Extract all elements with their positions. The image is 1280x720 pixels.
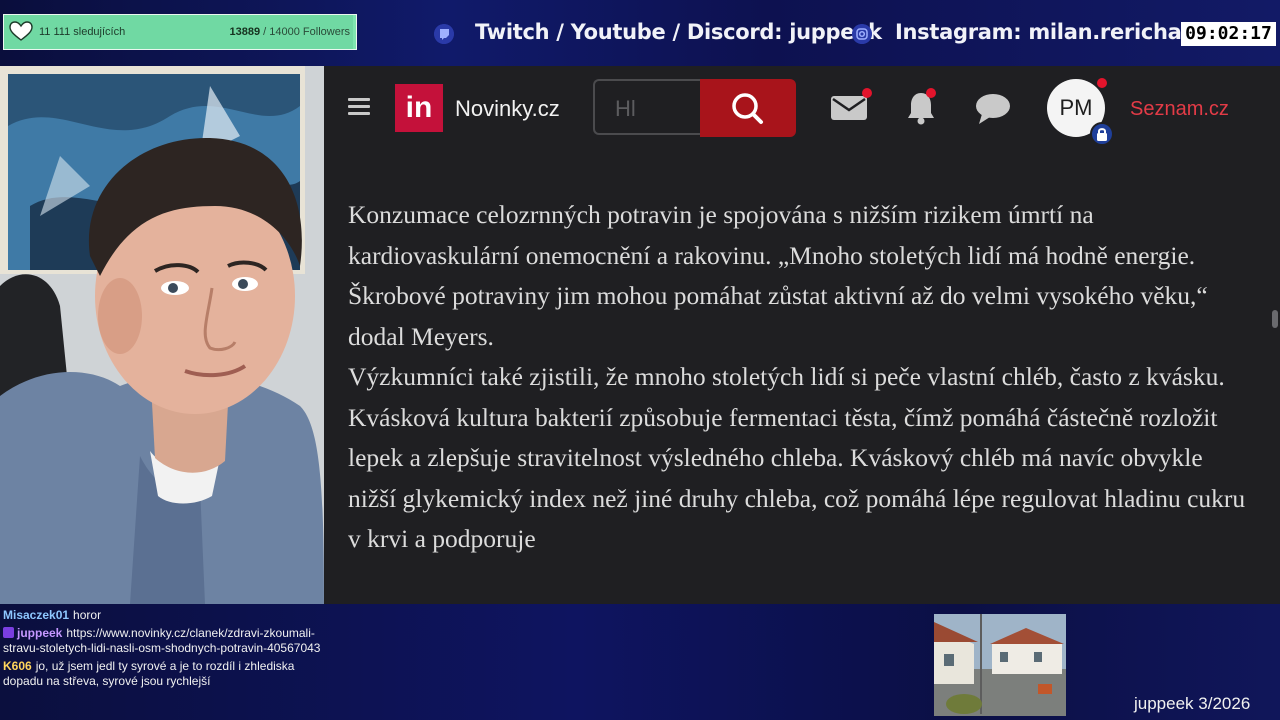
- menu-icon[interactable]: [348, 98, 370, 116]
- browser-window: s bílým rafinovaným výrobky,“ vysvětlila…: [324, 66, 1280, 604]
- chat-username: Misaczek01: [3, 608, 70, 622]
- chat-message: juppeek https://www.novinky.cz/clanek/zdr…: [3, 626, 321, 656]
- chat-overlay: Misaczek01 horor juppeek https://www.novin…: [3, 608, 321, 692]
- webcam-scene: [0, 66, 324, 604]
- article-paragraph: Výzkumníci také zjistili, že mnoho stole…: [348, 362, 1246, 553]
- lock-icon: [1097, 128, 1107, 141]
- stream-signature: juppeek 3/2026: [1134, 694, 1251, 713]
- search-button[interactable]: [700, 79, 796, 137]
- follower-count-separator: /: [260, 26, 270, 38]
- avatar-notification-dot: [1097, 78, 1107, 88]
- stream-top-bar: 11 111 sledujících 13889 / 14000 Followe…: [0, 0, 1280, 66]
- novinky-logo-mark[interactable]: in: [395, 84, 443, 132]
- chat-text: horor: [73, 608, 102, 622]
- mail-notification-dot: [862, 88, 872, 98]
- instagram-text: Instagram: milan.rericha: [895, 20, 1182, 44]
- outdoor-camera-scene: [934, 614, 1066, 716]
- article-paragraph: Konzumace celozrnných potravin je spojov…: [348, 200, 1208, 351]
- novinky-logo-text[interactable]: Novinky.cz: [455, 96, 560, 122]
- seznam-link[interactable]: Seznam.cz: [1130, 98, 1229, 121]
- site-header: in Novinky.cz Hl PM Seznam.cz: [324, 66, 1280, 150]
- stream-clock: 09:02:17: [1181, 22, 1276, 46]
- chat-username: K606: [3, 659, 32, 673]
- chat-message: K606 jo, už jsem jedl ty syrové a je to r…: [3, 659, 321, 689]
- webcam-feed: [0, 66, 324, 604]
- follower-count-target: 14000 Followers: [269, 26, 350, 38]
- follower-count-current: 13889: [229, 26, 261, 38]
- chat-username: juppeek: [17, 626, 63, 640]
- mod-badge-icon: [3, 627, 14, 638]
- chat-message: Misaczek01 horor: [3, 608, 321, 623]
- follower-goal-count: 13889 / 14000 Followers: [230, 26, 350, 38]
- article-body: s bílým rafinovaným výrobky,“ vysvětlila…: [348, 114, 1248, 560]
- lock-badge: [1090, 122, 1114, 146]
- heart-hands-icon: [9, 21, 33, 41]
- social-links-text: Twitch / Youtube / Discord: juppeek: [475, 20, 882, 44]
- chat-icon[interactable]: [974, 92, 1012, 126]
- search-icon: [732, 93, 763, 124]
- instagram-icon: [852, 24, 872, 44]
- twitch-icon: [434, 24, 454, 44]
- search-input[interactable]: Hl: [593, 79, 701, 135]
- outdoor-camera-feed: [934, 614, 1066, 716]
- mail-icon[interactable]: [830, 94, 868, 122]
- page-scrollbar[interactable]: [1272, 310, 1278, 328]
- chat-text: jo, už jsem jedl ty syrové a je to rozdí…: [3, 659, 295, 688]
- stream-bottom-bar: Misaczek01 horor juppeek https://www.novin…: [0, 604, 1280, 720]
- follower-goal-widget: 11 111 sledujících 13889 / 14000 Followe…: [3, 14, 357, 50]
- follower-goal-label: 11 111 sledujících: [39, 26, 126, 38]
- bell-notification-dot: [926, 88, 936, 98]
